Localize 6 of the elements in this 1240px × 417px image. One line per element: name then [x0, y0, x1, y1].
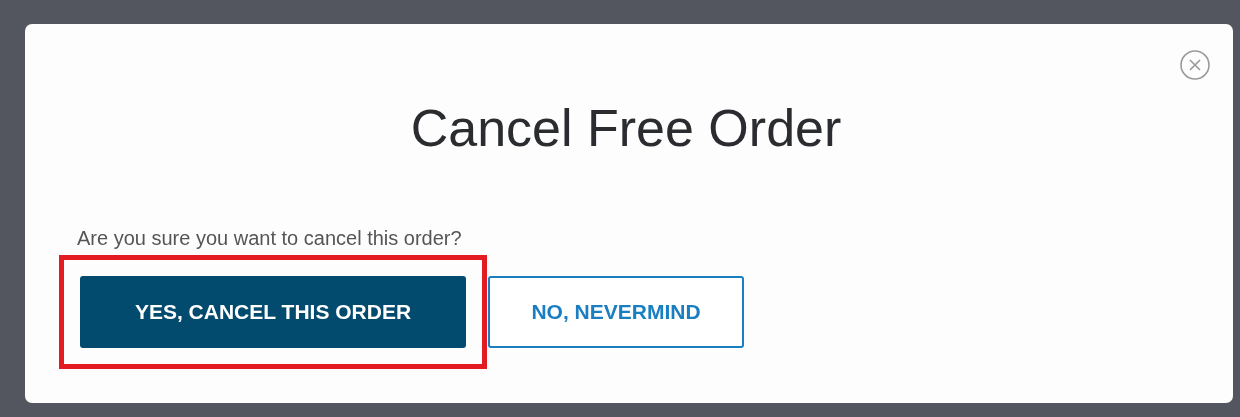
close-button[interactable] — [1179, 49, 1211, 81]
confirm-button[interactable]: YES, CANCEL THIS ORDER — [80, 276, 466, 348]
confirmation-message: Are you sure you want to cancel this order? — [77, 226, 463, 250]
close-icon — [1179, 49, 1211, 81]
dialog-title: Cancel Free Order — [409, 102, 843, 154]
dismiss-button[interactable]: NO, NEVERMIND — [488, 276, 744, 348]
